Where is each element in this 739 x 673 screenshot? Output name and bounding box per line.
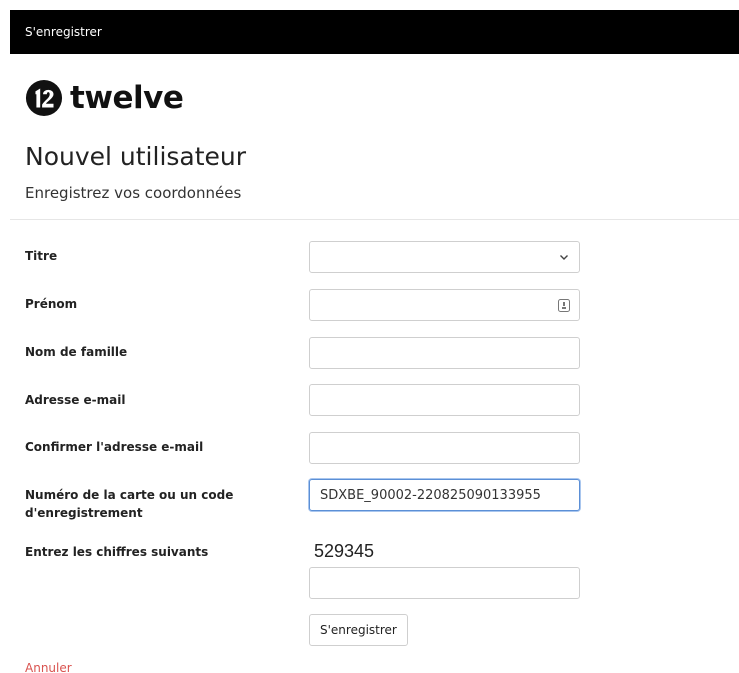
firstname-label: Prénom	[25, 297, 78, 311]
logo-mark-icon	[25, 79, 63, 117]
password-key-icon	[558, 299, 570, 312]
top-bar: S'enregistrer	[10, 10, 739, 54]
card-number-label: Numéro de la carte ou un code d'enregist…	[25, 488, 234, 520]
lastname-label: Nom de famille	[25, 345, 128, 359]
page-subtitle: Enregistrez vos coordonnées	[25, 184, 242, 202]
email-confirm-label: Confirmer l'adresse e-mail	[25, 440, 204, 454]
lastname-input[interactable]	[309, 337, 580, 369]
header-divider	[10, 219, 739, 220]
firstname-input[interactable]	[309, 289, 580, 321]
brand-logo: twelve	[25, 78, 184, 118]
cancel-link[interactable]: Annuler	[25, 660, 72, 673]
register-page: S'enregistrer twelve Nouvel utilisateur …	[0, 0, 739, 673]
email-label: Adresse e-mail	[25, 393, 126, 407]
register-button[interactable]: S'enregistrer	[309, 614, 408, 646]
logo-text: twelve	[70, 80, 184, 116]
chevron-down-icon	[560, 255, 568, 260]
page-title: Nouvel utilisateur	[25, 142, 247, 171]
email-confirm-input[interactable]	[309, 432, 580, 464]
card-number-input[interactable]	[309, 479, 580, 511]
title-select[interactable]	[309, 241, 580, 273]
captcha-label: Entrez les chiffres suivants	[25, 545, 209, 559]
captcha-input[interactable]	[309, 567, 580, 599]
title-label: Titre	[25, 249, 58, 263]
captcha-code: 529345	[314, 541, 375, 561]
email-input[interactable]	[309, 384, 580, 416]
top-bar-title: S'enregistrer	[25, 25, 102, 39]
